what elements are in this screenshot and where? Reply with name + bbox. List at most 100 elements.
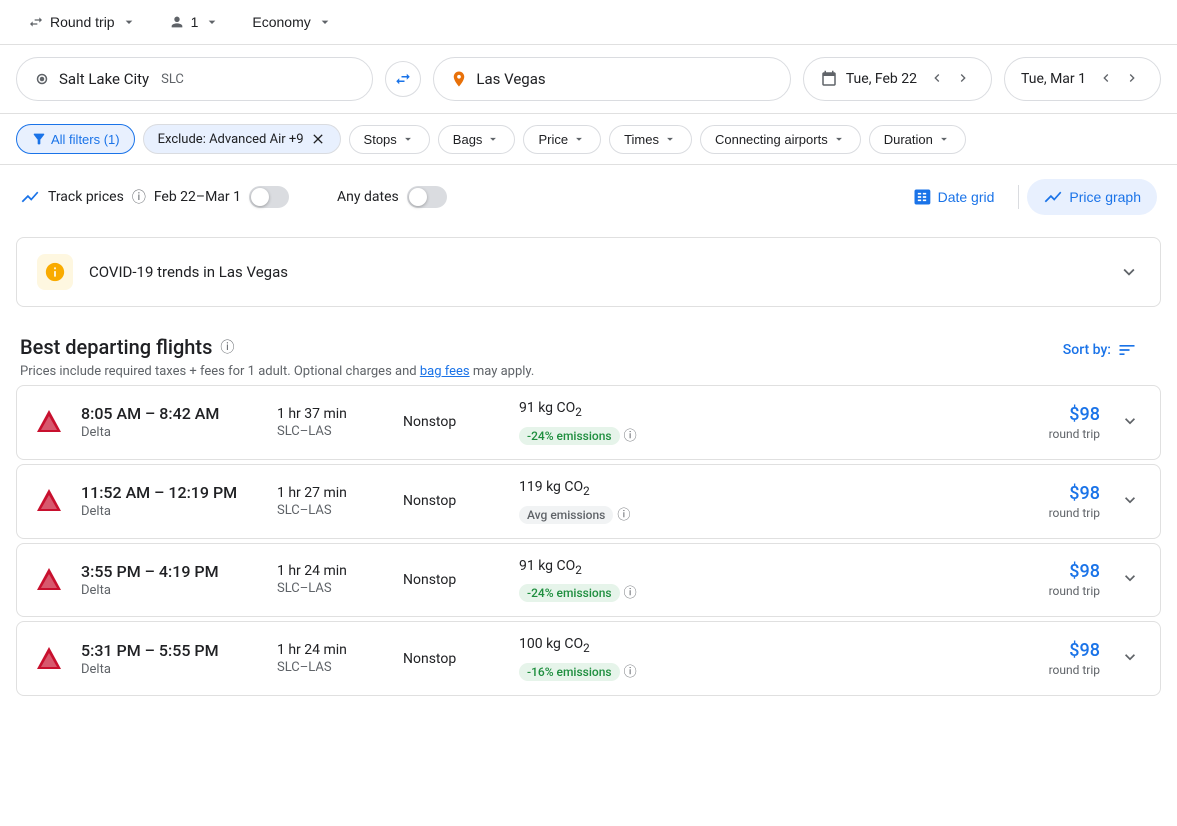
track-prices-label: Track prices: [48, 189, 124, 205]
any-dates-toggle[interactable]: [407, 186, 447, 208]
covid-banner[interactable]: COVID-19 trends in Las Vegas: [16, 237, 1161, 307]
flight-row[interactable]: 3:55 PM – 4:19 PM Delta 1 hr 24 min SLC–…: [16, 543, 1161, 618]
flight-duration-section: 1 hr 24 min SLC–LAS: [277, 642, 387, 675]
date2-chevron-left-icon: [1098, 70, 1114, 86]
times-label: Times: [624, 132, 659, 147]
flight-expand-button[interactable]: [1116, 564, 1144, 595]
date2-chevron-right-icon: [1124, 70, 1140, 86]
date2-prev-button[interactable]: [1094, 66, 1118, 93]
expand-chevron-icon: [1120, 647, 1140, 667]
date-grid-button[interactable]: Date grid: [896, 179, 1011, 215]
flight-duration-text: 1 hr 24 min: [277, 642, 387, 658]
round-trip-chevron: [121, 14, 137, 30]
flight-time-section: 5:31 PM – 5:55 PM Delta: [81, 641, 261, 677]
date1-text: Tue, Feb 22: [846, 71, 917, 87]
origin-field[interactable]: Salt Lake City SLC: [16, 57, 373, 101]
cabin-label: Economy: [252, 14, 310, 30]
flight-stops: Nonstop: [403, 651, 503, 667]
stops-label: Stops: [364, 132, 397, 147]
co2-text: 91 kg CO2: [519, 558, 994, 577]
passengers-label: 1: [191, 14, 199, 30]
track-toggle-knob: [251, 188, 269, 206]
track-info-icon[interactable]: ⓘ: [132, 187, 146, 207]
sort-icon[interactable]: [1117, 340, 1137, 360]
track-prices-section: Track prices ⓘ Feb 22–Mar 1: [20, 186, 289, 208]
track-toggle[interactable]: [249, 186, 289, 208]
flight-airline: Delta: [81, 425, 261, 440]
price-graph-button[interactable]: Price graph: [1027, 179, 1157, 215]
price-button[interactable]: Price: [523, 125, 601, 154]
cabin-button[interactable]: Economy: [240, 8, 344, 36]
flight-duration-text: 1 hr 27 min: [277, 485, 387, 501]
all-filters-button[interactable]: All filters (1): [16, 124, 135, 154]
date1-next-button[interactable]: [951, 66, 975, 93]
date2-next-button[interactable]: [1120, 66, 1144, 93]
price-sub: round trip: [1010, 427, 1100, 441]
passengers-button[interactable]: 1: [157, 8, 233, 36]
flight-row[interactable]: 11:52 AM – 12:19 PM Delta 1 hr 27 min SL…: [16, 464, 1161, 539]
flight-time-section: 8:05 AM – 8:42 AM Delta: [81, 404, 261, 440]
exclude-chip[interactable]: Exclude: Advanced Air +9: [143, 124, 341, 154]
bags-label: Bags: [453, 132, 483, 147]
airline-logo: [33, 564, 65, 596]
emissions-info-icon[interactable]: ⓘ: [624, 665, 637, 680]
stops-button[interactable]: Stops: [349, 125, 430, 154]
covid-expand-icon: [1118, 261, 1140, 283]
bags-chevron: [486, 132, 500, 146]
date1-nav: [925, 66, 975, 93]
section-header: Best departing flights ⓘ Sort by: Prices…: [0, 315, 1177, 385]
flight-duration-text: 1 hr 24 min: [277, 563, 387, 579]
expand-chevron-icon: [1120, 411, 1140, 431]
flight-stops: Nonstop: [403, 493, 503, 509]
flight-time-section: 11:52 AM – 12:19 PM Delta: [81, 483, 261, 519]
date2-field[interactable]: Tue, Mar 1: [1004, 57, 1161, 101]
co2-text: 100 kg CO2: [519, 636, 994, 655]
connecting-airports-button[interactable]: Connecting airports: [700, 125, 861, 154]
destination-pin-icon: [450, 70, 468, 88]
date-grid-icon: [912, 187, 932, 207]
avg-info-icon[interactable]: ⓘ: [617, 508, 630, 523]
search-row: Salt Lake City SLC Las Vegas Tue, Feb 22…: [0, 45, 1177, 114]
destination-field[interactable]: Las Vegas: [433, 57, 790, 101]
track-row: Track prices ⓘ Feb 22–Mar 1 Any dates Da…: [0, 165, 1177, 229]
flight-time-text: 5:31 PM – 5:55 PM: [81, 641, 261, 660]
flight-duration-section: 1 hr 24 min SLC–LAS: [277, 563, 387, 596]
swap-button[interactable]: [385, 61, 421, 97]
times-button[interactable]: Times: [609, 125, 692, 154]
calendar-icon: [820, 70, 838, 88]
exclude-close-icon[interactable]: [310, 131, 326, 147]
flight-expand-button[interactable]: [1116, 643, 1144, 674]
flight-duration-text: 1 hr 37 min: [277, 406, 387, 422]
chevron-left-icon: [929, 70, 945, 86]
date1-prev-button[interactable]: [925, 66, 949, 93]
flight-expand-button[interactable]: [1116, 407, 1144, 438]
origin-code: SLC: [161, 72, 184, 87]
emissions-info-icon[interactable]: ⓘ: [624, 429, 637, 444]
section-subtitle: Prices include required taxes + fees for…: [20, 364, 1157, 379]
price-chevron: [572, 132, 586, 146]
flight-row[interactable]: 8:05 AM – 8:42 AM Delta 1 hr 37 min SLC–…: [16, 385, 1161, 460]
bag-fees-link[interactable]: bag fees: [420, 364, 470, 379]
delta-logo-icon: [33, 564, 65, 596]
price-text: $98: [1010, 483, 1100, 504]
person-icon: [169, 14, 185, 30]
flight-row[interactable]: 5:31 PM – 5:55 PM Delta 1 hr 24 min SLC–…: [16, 621, 1161, 696]
round-trip-icon: [28, 14, 44, 30]
flight-expand-button[interactable]: [1116, 486, 1144, 517]
date1-field[interactable]: Tue, Feb 22: [803, 57, 992, 101]
badge-row: Avg emissionsⓘ: [519, 502, 994, 524]
section-info-icon[interactable]: ⓘ: [220, 337, 234, 357]
flight-emissions-section: 91 kg CO2 -24% emissionsⓘ: [519, 400, 994, 445]
round-trip-button[interactable]: Round trip: [16, 8, 149, 36]
emissions-info-icon[interactable]: ⓘ: [624, 586, 637, 601]
flight-time-text: 11:52 AM – 12:19 PM: [81, 483, 261, 502]
flight-time-text: 8:05 AM – 8:42 AM: [81, 404, 261, 423]
price-label: Price: [538, 132, 568, 147]
any-dates-label: Any dates: [337, 189, 399, 205]
flight-time-text: 3:55 PM – 4:19 PM: [81, 562, 261, 581]
bags-button[interactable]: Bags: [438, 125, 516, 154]
duration-button[interactable]: Duration: [869, 125, 966, 154]
flight-duration-section: 1 hr 37 min SLC–LAS: [277, 406, 387, 439]
sort-label: Sort by:: [1063, 342, 1111, 358]
expand-chevron-icon: [1120, 568, 1140, 588]
